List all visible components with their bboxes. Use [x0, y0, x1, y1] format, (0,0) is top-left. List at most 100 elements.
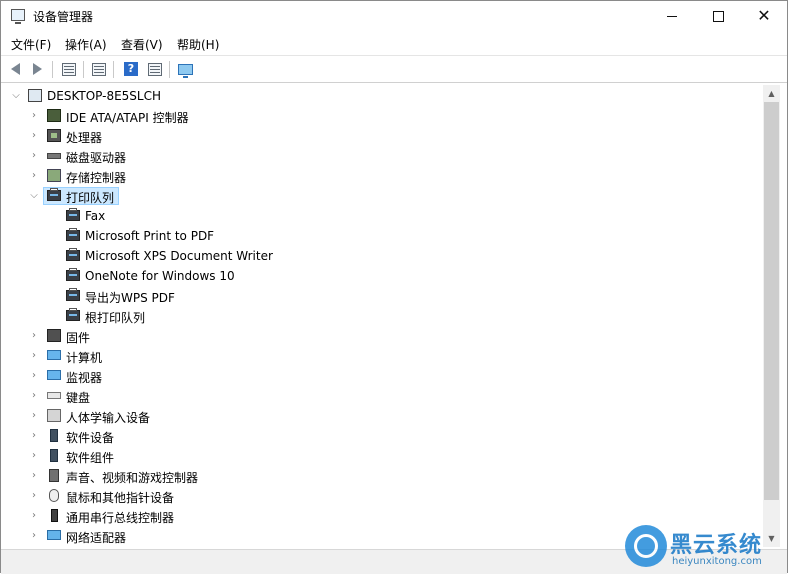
- tree-item-human-interface-devices[interactable]: › 人体学输入设备: [2, 406, 762, 426]
- tree-item-label: 固件: [66, 331, 91, 345]
- tree-root-label: DESKTOP-8E5SLCH: [47, 89, 162, 103]
- tree-item-firmware[interactable]: › 固件: [2, 326, 762, 346]
- console-tree-icon: [62, 62, 76, 76]
- processor-icon: [47, 129, 61, 142]
- storage-controller-icon: [47, 169, 61, 182]
- firmware-icon: [47, 329, 61, 342]
- expand-chevron-icon[interactable]: ›: [29, 131, 39, 141]
- expand-chevron-icon[interactable]: ›: [29, 451, 39, 461]
- title-bar: 设备管理器 ✕: [1, 1, 787, 31]
- help-button[interactable]: ?: [122, 60, 140, 78]
- menu-view[interactable]: 查看(V): [121, 36, 163, 53]
- printer-icon: [66, 288, 80, 301]
- expand-chevron-icon[interactable]: ›: [29, 111, 39, 121]
- collapse-chevron-icon[interactable]: ⌵: [29, 191, 39, 201]
- tree-item-software-components[interactable]: › 软件组件: [2, 446, 762, 466]
- tree-item-processor[interactable]: › 处理器: [2, 126, 762, 146]
- tree-item-export-to-wps-pdf[interactable]: 导出为WPS PDF: [2, 286, 762, 306]
- software-component-icon: [50, 449, 58, 462]
- maximize-button[interactable]: [695, 1, 741, 31]
- expand-chevron-icon[interactable]: ›: [29, 411, 39, 421]
- tree-item-monitors[interactable]: › 监视器: [2, 366, 762, 386]
- device-manager-window: 设备管理器 ✕ 文件(F) 操作(A) 查看(V) 帮助(H) ? ⌵ DESK…: [0, 0, 788, 574]
- menu-action[interactable]: 操作(A): [65, 36, 107, 53]
- tree-item-label: 网络适配器: [66, 531, 127, 545]
- expand-chevron-icon[interactable]: ›: [29, 511, 39, 521]
- show-hide-action-pane-button[interactable]: [146, 60, 164, 78]
- tree-item-print-queues[interactable]: ⌵ 打印队列: [2, 186, 762, 206]
- toolbar-separator: [169, 61, 170, 78]
- watermark-brand: 黑云系统: [670, 533, 763, 558]
- tree-item-keyboards[interactable]: › 键盘: [2, 386, 762, 406]
- tree-item-label: 打印队列: [66, 191, 115, 205]
- monitor-icon: [47, 370, 61, 380]
- menu-help[interactable]: 帮助(H): [177, 36, 219, 53]
- device-manager-icon: [11, 9, 25, 24]
- tree-item-usb-controllers[interactable]: › 通用串行总线控制器: [2, 506, 762, 526]
- scan-hardware-icon: [177, 63, 193, 78]
- minimize-button[interactable]: [649, 1, 695, 31]
- tree-root[interactable]: ⌵ DESKTOP-8E5SLCH: [2, 86, 762, 106]
- help-icon: ?: [124, 62, 138, 76]
- tree-item-microsoft-print-to-pdf[interactable]: Microsoft Print to PDF: [2, 226, 762, 246]
- device-tree: ⌵ DESKTOP-8E5SLCH › IDE ATA/ATAPI 控制器 › …: [2, 85, 762, 547]
- tree-item-label: 监视器: [66, 371, 103, 385]
- properties-icon: [92, 62, 106, 76]
- tree-item-root-print-queue[interactable]: 根打印队列: [2, 306, 762, 326]
- tree-item-computer[interactable]: › 计算机: [2, 346, 762, 366]
- close-button[interactable]: ✕: [741, 1, 787, 31]
- tree-item-storage-controllers[interactable]: › 存储控制器: [2, 166, 762, 186]
- software-device-icon: [50, 429, 58, 442]
- network-adapter-icon: [47, 530, 61, 540]
- keyboard-icon: [47, 392, 61, 399]
- watermark-url: heiyunxitong.com: [672, 556, 762, 567]
- action-pane-icon: [148, 62, 162, 76]
- tree-item-onenote-for-windows-10[interactable]: OneNote for Windows 10: [2, 266, 762, 286]
- expand-chevron-icon[interactable]: ›: [29, 471, 39, 481]
- expand-chevron-icon[interactable]: ›: [29, 351, 39, 361]
- tree-item-label: 键盘: [66, 391, 91, 405]
- forward-button[interactable]: [28, 60, 46, 78]
- expand-chevron-icon[interactable]: ›: [29, 371, 39, 381]
- expand-chevron-icon[interactable]: ›: [29, 391, 39, 401]
- collapse-chevron-icon[interactable]: ⌵: [11, 91, 21, 101]
- scroll-thumb[interactable]: [764, 102, 779, 500]
- tree-item-software-devices[interactable]: › 软件设备: [2, 426, 762, 446]
- back-button[interactable]: [6, 60, 24, 78]
- expand-chevron-icon[interactable]: ›: [29, 171, 39, 181]
- computer-icon: [28, 89, 42, 102]
- toolbar-separator: [52, 61, 53, 78]
- tree-item-disk-drives[interactable]: › 磁盘驱动器: [2, 146, 762, 166]
- disk-drive-icon: [47, 153, 61, 159]
- tree-item-fax[interactable]: Fax: [2, 206, 762, 226]
- tree-item-mice-and-pointing-devices[interactable]: › 鼠标和其他指针设备: [2, 486, 762, 506]
- tree-item-label: 人体学输入设备: [66, 411, 151, 425]
- expand-chevron-icon[interactable]: ›: [29, 431, 39, 441]
- menu-file[interactable]: 文件(F): [11, 36, 51, 53]
- properties-button[interactable]: [90, 60, 108, 78]
- ide-controller-icon: [47, 109, 61, 122]
- tree-item-ide-ata-atapi[interactable]: › IDE ATA/ATAPI 控制器: [2, 106, 762, 126]
- scroll-up-arrow-icon[interactable]: ▲: [763, 85, 780, 102]
- tree-item-sound-video-game-controllers[interactable]: › 声音、视频和游戏控制器: [2, 466, 762, 486]
- toolbar-separator: [83, 61, 84, 78]
- tree-item-microsoft-xps-document-writer[interactable]: Microsoft XPS Document Writer: [2, 246, 762, 266]
- printer-icon: [66, 308, 80, 321]
- expand-chevron-icon[interactable]: ›: [29, 531, 39, 541]
- show-hide-console-tree-button[interactable]: [60, 60, 78, 78]
- tree-item-label: Fax: [85, 209, 106, 223]
- forward-arrow-icon: [32, 63, 42, 75]
- tree-item-label: 软件组件: [66, 451, 115, 465]
- maximize-icon: [712, 10, 724, 22]
- tree-item-label: 根打印队列: [85, 311, 146, 325]
- printer-icon: [66, 248, 80, 261]
- scan-hardware-changes-button[interactable]: [176, 60, 194, 78]
- expand-chevron-icon[interactable]: ›: [29, 331, 39, 341]
- vertical-scrollbar[interactable]: ▲ ▼: [763, 85, 780, 547]
- expand-chevron-icon[interactable]: ›: [29, 491, 39, 501]
- watermark: 黑云系统 heiyunxitong.com: [625, 525, 785, 571]
- expand-chevron-icon[interactable]: ›: [29, 151, 39, 161]
- mouse-icon: [49, 489, 59, 502]
- tree-item-label: 导出为WPS PDF: [85, 291, 175, 305]
- speaker-icon: [49, 469, 59, 482]
